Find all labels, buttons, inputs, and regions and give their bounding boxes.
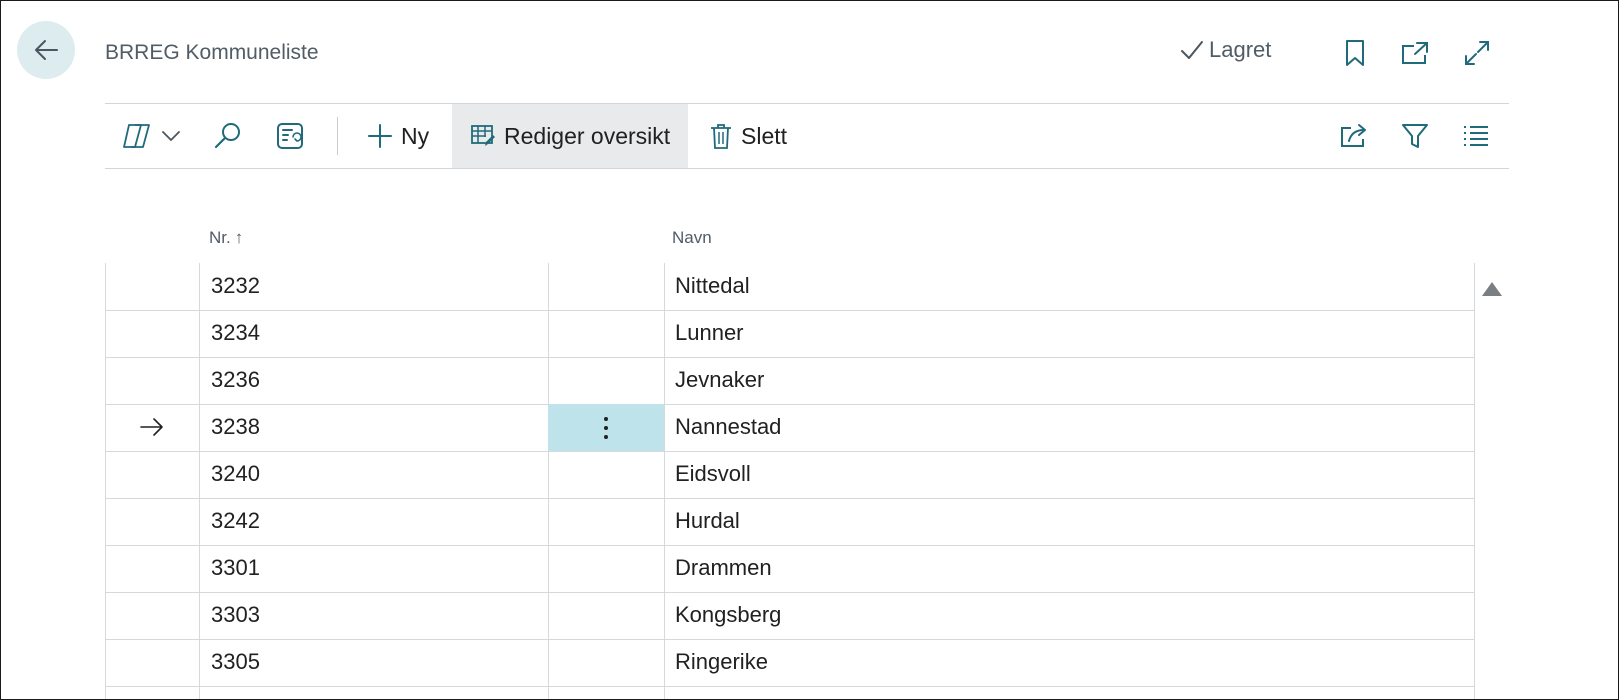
row-actions-button[interactable] [548, 404, 664, 451]
cell-navn[interactable]: Eidsvoll [675, 461, 751, 487]
edit-list-button[interactable]: Rediger oversikt [452, 104, 688, 168]
saved-status: Lagret [1179, 37, 1271, 63]
list-view-icon [1464, 126, 1488, 146]
delete-button[interactable]: Slett [709, 104, 787, 168]
table-row[interactable]: 3301 Drammen [105, 545, 1475, 593]
cell-nr[interactable]: 3234 [211, 320, 260, 346]
check-icon [1181, 41, 1203, 59]
analysis-view-button[interactable] [275, 104, 305, 168]
cell-nr[interactable]: 3232 [211, 273, 260, 299]
cell-nr[interactable]: 3242 [211, 508, 260, 534]
page-frame: BRREG Kommuneliste Lagret Ny Rediger ove… [0, 0, 1619, 700]
open-new-window-icon [1402, 42, 1428, 64]
new-button[interactable]: Ny [367, 104, 429, 168]
toolbar-separator [337, 117, 338, 155]
current-row-arrow-icon [139, 416, 165, 443]
table-row-selected[interactable]: 3238 Nannestad [105, 404, 1475, 452]
more-options-icon [604, 416, 608, 439]
cell-nr[interactable]: 3240 [211, 461, 260, 487]
cell-navn[interactable]: Hurdal [675, 508, 740, 534]
table-row[interactable]: 3305 Ringerike [105, 639, 1475, 687]
search-icon [214, 123, 240, 149]
cell-nr[interactable]: 3301 [211, 555, 260, 581]
share-icon [1341, 124, 1366, 147]
column-header-navn-label: Navn [672, 228, 712, 247]
back-arrow-icon [35, 40, 58, 60]
share-button[interactable] [1339, 104, 1369, 168]
sort-ascending-icon: ↑ [234, 228, 244, 247]
page-title: BRREG Kommuneliste [105, 41, 319, 64]
table-row[interactable]: 3232 Nittedal [105, 263, 1475, 311]
cell-navn[interactable]: Nannestad [675, 414, 781, 440]
column-header-nr[interactable]: Nr. ↑ [209, 228, 243, 248]
delete-button-label: Slett [741, 122, 788, 149]
open-new-window-button[interactable] [1399, 37, 1431, 69]
cell-nr[interactable]: 3303 [211, 602, 260, 628]
table-row[interactable]: 3236 Jevnaker [105, 357, 1475, 405]
cell-navn[interactable]: Lunner [675, 320, 744, 346]
chevron-down-icon [162, 131, 180, 142]
copilot-menu-button[interactable] [121, 104, 181, 168]
table-row[interactable]: 3242 Hurdal [105, 498, 1475, 546]
copilot-icon [123, 124, 150, 148]
filter-button[interactable] [1401, 104, 1429, 168]
plus-icon [368, 124, 392, 148]
cell-navn[interactable]: Kongsberg [675, 602, 781, 628]
filter-icon [1402, 124, 1428, 148]
list-view-button[interactable] [1462, 104, 1490, 168]
trash-icon [711, 124, 731, 149]
saved-status-label: Lagret [1209, 37, 1272, 62]
edit-list-icon [471, 125, 495, 146]
cell-navn[interactable]: Jevnaker [675, 367, 764, 393]
bookmark-icon [1346, 40, 1364, 66]
toolbar-divider-bottom [105, 168, 1509, 169]
new-button-label: Ny [401, 122, 430, 149]
back-button[interactable] [17, 21, 75, 79]
triangle-up-icon [1482, 282, 1502, 296]
edit-list-button-label: Rediger oversikt [504, 122, 671, 149]
data-grid: 3232 Nittedal 3234 Lunner 3236 Jevnaker … [105, 263, 1475, 699]
search-button[interactable] [213, 104, 243, 168]
scrollbar-up-button[interactable] [1479, 279, 1505, 299]
cell-nr[interactable]: 3305 [211, 649, 260, 675]
cell-navn[interactable]: Drammen [675, 555, 772, 581]
cell-navn[interactable]: Nittedal [675, 273, 750, 299]
column-header-navn[interactable]: Navn [672, 228, 712, 248]
table-row[interactable]: 3234 Lunner [105, 310, 1475, 358]
table-row[interactable]: 3240 Eidsvoll [105, 451, 1475, 499]
bookmark-button[interactable] [1339, 37, 1371, 69]
table-row[interactable]: 3303 Kongsberg [105, 592, 1475, 640]
expand-button[interactable] [1461, 37, 1493, 69]
cell-navn[interactable]: Ringerike [675, 649, 768, 675]
column-header-nr-label: Nr. [209, 228, 231, 247]
expand-icon [1465, 41, 1489, 65]
analysis-view-icon [277, 123, 303, 149]
cell-nr[interactable]: 3238 [211, 414, 260, 440]
cell-nr[interactable]: 3236 [211, 367, 260, 393]
toolbar-divider-top [105, 103, 1509, 104]
